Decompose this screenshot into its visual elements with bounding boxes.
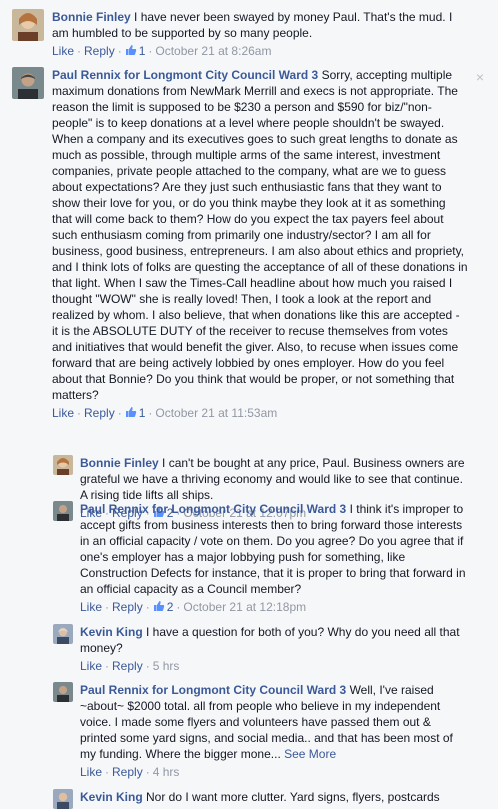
comment-actions: Like · Reply · 1 · October 21 at 11:53am <box>52 406 278 420</box>
comment-actions: Like · Reply · 4 hrs <box>80 765 180 779</box>
timestamp[interactable]: 4 hrs <box>153 765 180 779</box>
comment-author[interactable]: Paul Rennix for Longmont City Council Wa… <box>52 68 318 82</box>
comment-text: Nor do I want more clutter. Yard signs, … <box>142 790 440 804</box>
thumbs-up-icon[interactable] <box>125 406 137 418</box>
like-link[interactable]: Like <box>52 44 74 58</box>
avatar[interactable] <box>53 682 73 702</box>
like-link[interactable]: Like <box>52 406 74 420</box>
comment-author[interactable]: Bonnie Finley <box>52 10 131 24</box>
avatar[interactable] <box>12 67 44 99</box>
comment-text: I think it's improper to accept gifts fr… <box>80 502 466 596</box>
avatar[interactable] <box>12 9 44 41</box>
timestamp[interactable]: 5 hrs <box>153 659 180 673</box>
thumbs-up-icon[interactable] <box>125 44 137 56</box>
comment-author[interactable]: Kevin King <box>80 790 143 804</box>
reply-link[interactable]: Reply <box>84 44 115 58</box>
comment-author[interactable]: Kevin King <box>80 625 143 639</box>
like-link[interactable]: Like <box>80 659 102 673</box>
comment-text: Sorry, accepting multiple maximum donati… <box>52 68 468 402</box>
avatar[interactable] <box>53 789 73 809</box>
reply-link[interactable]: Reply <box>84 406 115 420</box>
comment-author[interactable]: Paul Rennix for Longmont City Council Wa… <box>80 683 346 697</box>
avatar[interactable] <box>53 455 73 475</box>
comment-author[interactable]: Paul Rennix for Longmont City Council Wa… <box>80 502 346 516</box>
comment-actions: Like · Reply · 5 hrs <box>80 659 180 673</box>
like-link[interactable]: Like <box>80 765 102 779</box>
reply-link[interactable]: Reply <box>112 659 143 673</box>
see-more-link[interactable]: See More <box>281 747 336 761</box>
comment-actions: Like · Reply · 2 · October 21 at 12:18pm <box>80 600 307 614</box>
avatar[interactable] <box>53 501 73 521</box>
comment-actions: Like · Reply · 1 · October 21 at 8:26am <box>52 44 272 58</box>
like-link[interactable]: Like <box>80 600 102 614</box>
thumbs-up-icon[interactable] <box>153 600 165 612</box>
close-icon[interactable]: × <box>476 70 484 84</box>
avatar[interactable] <box>53 624 73 644</box>
reply-link[interactable]: Reply <box>112 600 143 614</box>
reply-link[interactable]: Reply <box>112 765 143 779</box>
timestamp[interactable]: October 21 at 12:18pm <box>183 600 306 614</box>
timestamp[interactable]: October 21 at 11:53am <box>155 406 277 420</box>
timestamp[interactable]: October 21 at 8:26am <box>155 44 271 58</box>
comment-author[interactable]: Bonnie Finley <box>80 456 159 470</box>
